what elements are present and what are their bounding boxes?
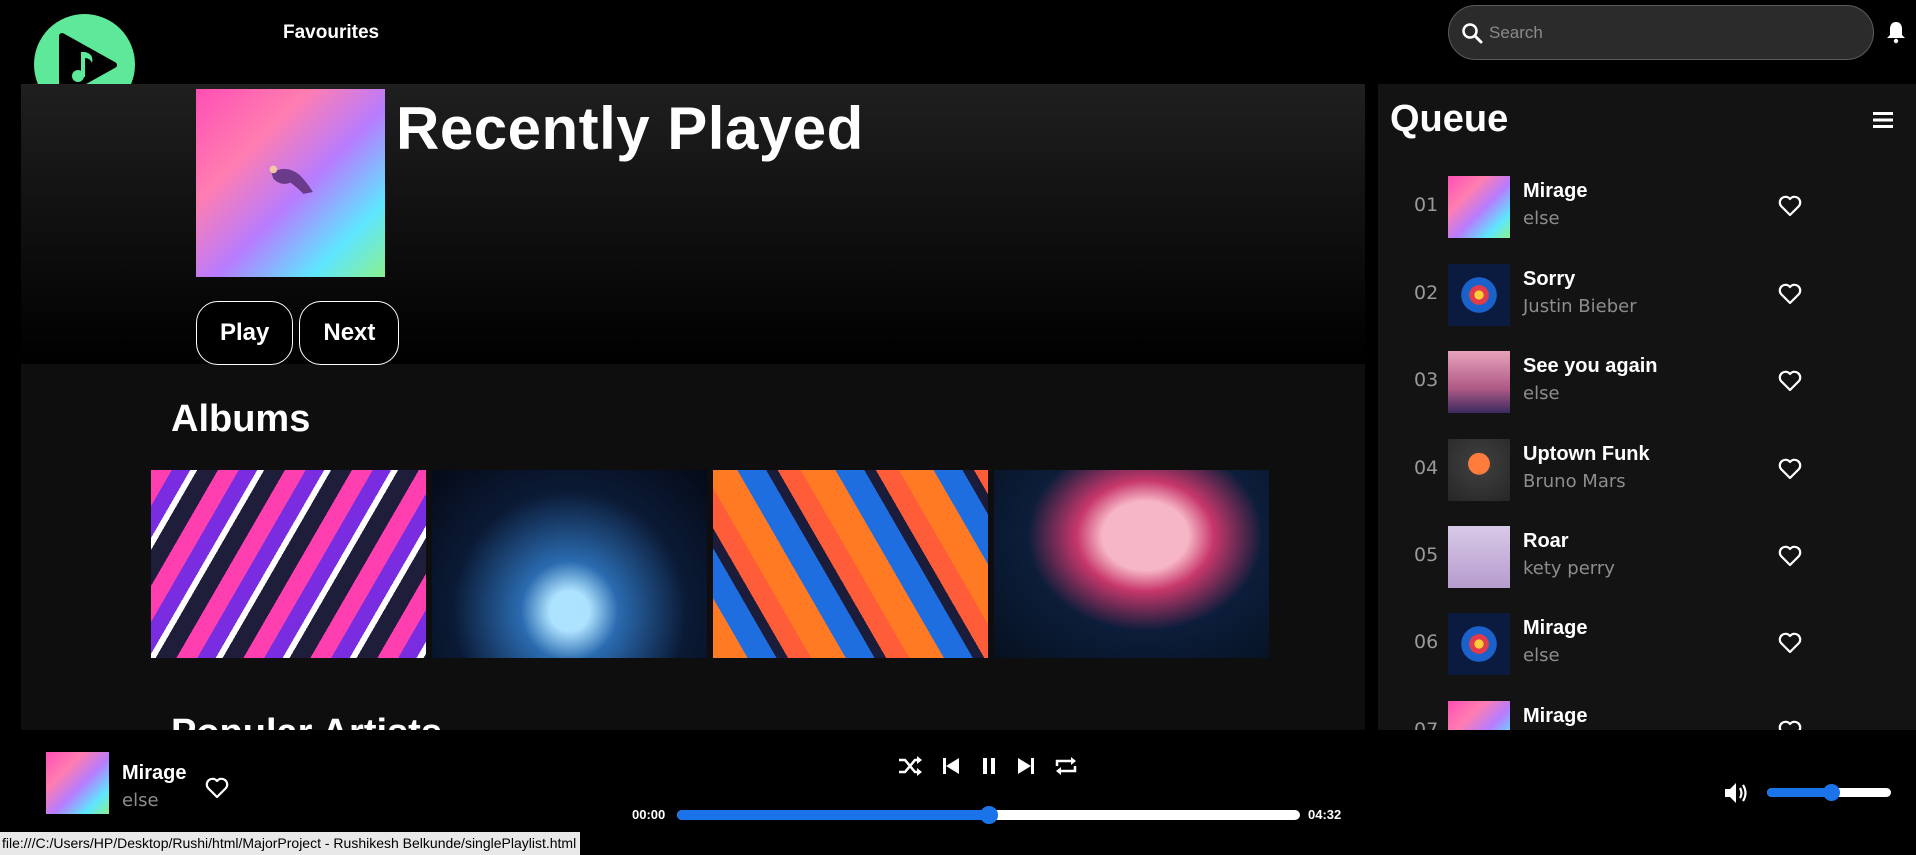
queue-item-artist: else <box>1523 383 1560 404</box>
queue-title: Queue <box>1390 98 1509 140</box>
queue-item-number: 06 <box>1414 631 1439 653</box>
search-input[interactable] <box>1489 22 1849 43</box>
next-track-icon[interactable] <box>1013 754 1039 778</box>
now-playing-thumbnail <box>46 752 109 814</box>
queue-item-title: Uptown Funk <box>1523 443 1650 465</box>
hero-title: Recently Played <box>396 95 864 162</box>
queue-item-title: Mirage <box>1523 705 1588 727</box>
volume-handle[interactable] <box>1822 784 1840 801</box>
pause-icon[interactable] <box>976 754 1002 778</box>
queue-item-thumbnail <box>1448 701 1510 730</box>
queue-item-thumbnail <box>1448 176 1510 238</box>
heart-icon[interactable] <box>1778 195 1802 217</box>
nav-favourites[interactable]: Favourites <box>283 22 379 44</box>
queue-item[interactable]: 04 Uptown Funk Bruno Mars <box>1378 435 1916 505</box>
queue-item-number: 01 <box>1414 194 1439 216</box>
queue-item[interactable]: 01 Mirage else <box>1378 172 1916 242</box>
album-cover-image <box>151 470 426 658</box>
music-app: Favourites Recently Played Play <box>0 0 1916 855</box>
queue-item-thumbnail <box>1448 351 1510 413</box>
heart-icon[interactable] <box>205 777 229 799</box>
queue-item[interactable]: 06 Mirage else <box>1378 609 1916 679</box>
heart-icon[interactable] <box>1778 370 1802 392</box>
queue-item-artist: else <box>1523 645 1560 666</box>
browser-status-url: file:///C:/Users/HP/Desktop/Rushi/html/M… <box>0 832 581 855</box>
repeat-icon[interactable] <box>1053 754 1079 778</box>
queue-item[interactable]: 05 Roar kety perry <box>1378 522 1916 592</box>
player-bar: Mirage else 00:00 04:32 <box>0 730 1916 840</box>
album-cover-image <box>994 470 1269 658</box>
now-playing-title: Mirage <box>122 762 187 784</box>
queue-item-number: 02 <box>1414 282 1439 304</box>
queue-item[interactable]: 02 Sorry Justin Bieber <box>1378 260 1916 330</box>
queue-item[interactable]: 07 Mirage else <box>1378 697 1916 730</box>
queue-item-number: 05 <box>1414 544 1439 566</box>
heart-icon[interactable] <box>1778 545 1802 567</box>
heart-icon[interactable] <box>1778 458 1802 480</box>
play-button[interactable]: Play <box>196 301 294 365</box>
popular-artists-heading: Popular Artists <box>171 712 442 730</box>
queue-item-title: See you again <box>1523 355 1658 377</box>
queue-item-title: Mirage <box>1523 180 1588 202</box>
queue-item-number: 03 <box>1414 369 1439 391</box>
heart-icon[interactable] <box>1778 283 1802 305</box>
queue-item-thumbnail <box>1448 264 1510 326</box>
albums-row <box>151 470 1269 658</box>
queue-item-artist: kety perry <box>1523 558 1615 579</box>
progress-slider[interactable] <box>677 806 1300 824</box>
queue-item-artist: else <box>1523 208 1560 229</box>
duration: 04:32 <box>1308 807 1342 822</box>
album-card[interactable] <box>432 470 707 658</box>
heart-icon[interactable] <box>1778 720 1802 730</box>
volume-fill <box>1767 788 1831 797</box>
next-button[interactable]: Next <box>299 301 400 365</box>
queue-panel[interactable]: Queue 01 Mirage else 02 Sorry Justin Bie… <box>1378 84 1916 730</box>
album-card[interactable] <box>713 470 988 658</box>
shuffle-icon[interactable] <box>897 754 923 778</box>
volume-slider[interactable] <box>1767 784 1891 801</box>
queue-item[interactable]: 03 See you again else <box>1378 347 1916 417</box>
queue-item-thumbnail <box>1448 613 1510 675</box>
queue-item-title: Sorry <box>1523 268 1576 290</box>
bell-icon[interactable] <box>1884 20 1908 44</box>
hero-cover-art <box>196 89 385 277</box>
album-card[interactable] <box>151 470 426 658</box>
queue-item-artist: Bruno Mars <box>1523 471 1626 492</box>
queue-item-number: 04 <box>1414 457 1439 479</box>
now-playing-artist: else <box>122 790 159 811</box>
heart-icon[interactable] <box>1778 632 1802 654</box>
queue-item-title: Mirage <box>1523 617 1588 639</box>
albums-heading: Albums <box>171 398 311 440</box>
search-icon <box>1462 22 1483 43</box>
album-card[interactable] <box>994 470 1269 658</box>
progress-handle[interactable] <box>980 806 998 824</box>
falling-figure-image <box>269 166 314 195</box>
queue-item-number: 07 <box>1414 719 1439 730</box>
queue-item-thumbnail <box>1448 526 1510 588</box>
search-bar <box>1448 5 1874 60</box>
progress-fill <box>677 810 989 820</box>
queue-item-title: Roar <box>1523 530 1569 552</box>
hero-banner: Recently Played Play Next <box>21 84 1365 365</box>
album-cover-image <box>432 470 707 658</box>
queue-item-artist: Justin Bieber <box>1523 296 1637 317</box>
hero-actions: Play Next <box>196 301 400 365</box>
menu-icon[interactable] <box>1872 110 1894 130</box>
queue-item-thumbnail <box>1448 439 1510 501</box>
main-content[interactable]: Recently Played Play Next Albums Popular… <box>21 84 1365 730</box>
current-time: 00:00 <box>632 807 666 822</box>
previous-icon[interactable] <box>938 754 964 778</box>
album-cover-image <box>713 470 988 658</box>
volume-icon[interactable] <box>1722 780 1750 806</box>
